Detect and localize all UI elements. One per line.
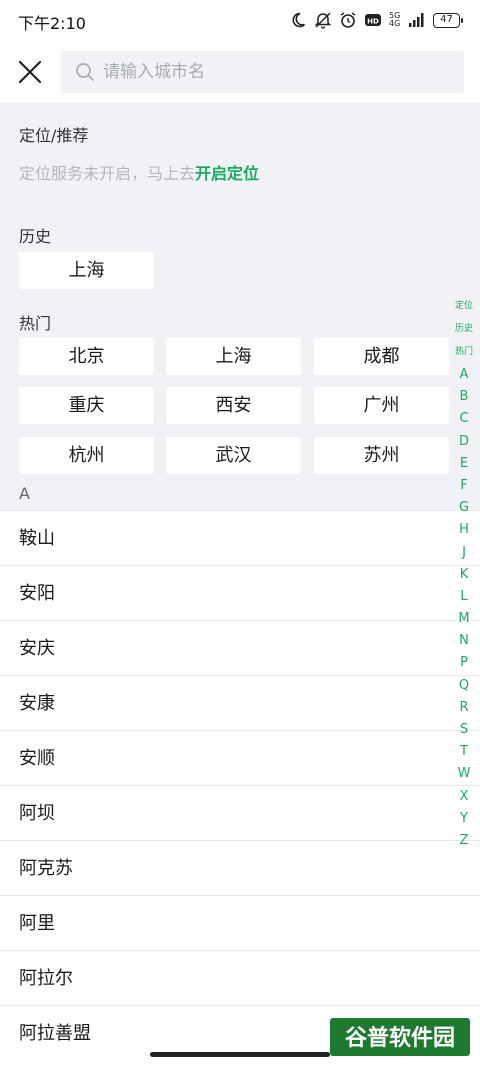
status-time: 下午2:10	[18, 14, 86, 33]
hot-city-chip[interactable]: 上海	[166, 338, 301, 375]
side-index-bar[interactable]: 定位 历史 热门 A B C D E F G H J K L M N P Q R…	[453, 295, 475, 852]
index-letter[interactable]: H	[459, 519, 469, 541]
city-list-item[interactable]: 鞍山	[0, 510, 480, 565]
close-icon	[18, 60, 42, 84]
index-letter[interactable]: A	[460, 364, 469, 386]
city-list-item[interactable]: 安庆	[0, 620, 480, 675]
index-letter[interactable]: L	[460, 586, 467, 608]
search-box[interactable]	[61, 51, 464, 93]
index-letter[interactable]: K	[460, 564, 469, 586]
index-letter[interactable]: M	[458, 608, 469, 630]
close-button[interactable]	[18, 60, 42, 84]
index-letter[interactable]: N	[459, 630, 469, 652]
location-section-title: 定位/推荐	[19, 126, 89, 145]
alarm-icon	[339, 11, 357, 29]
city-list-item[interactable]: 安顺	[0, 730, 480, 785]
status-icons: HD 5G 4G 47	[289, 11, 463, 29]
index-letter[interactable]: B	[460, 386, 469, 408]
svg-text:HD: HD	[367, 18, 379, 26]
index-letter[interactable]: E	[460, 453, 468, 475]
index-letter[interactable]: J	[462, 542, 466, 564]
enable-location-link[interactable]: 开启定位	[195, 164, 259, 183]
city-list-item[interactable]: 阿拉尔	[0, 950, 480, 1005]
index-letter[interactable]: Y	[460, 808, 468, 830]
index-letter[interactable]: Q	[459, 675, 469, 697]
city-list-item[interactable]: 阿克苏	[0, 840, 480, 895]
location-message: 定位服务未开启，马上去	[19, 164, 196, 183]
city-list: 鞍山 安阳 安庆 安康 安顺 阿坝 阿克苏 阿里 阿拉尔 阿拉善盟	[0, 510, 480, 1060]
moon-icon	[289, 11, 307, 29]
search-icon	[76, 63, 94, 81]
index-letter[interactable]: R	[459, 697, 468, 719]
list-letter-header: A	[19, 484, 30, 503]
index-item-location[interactable]: 定位	[455, 295, 473, 318]
hot-city-chip[interactable]: 苏州	[314, 437, 449, 474]
hot-city-chip[interactable]: 杭州	[19, 437, 154, 474]
location-status-line: 定位服务未开启，马上去开启定位	[19, 160, 259, 184]
hot-city-chip[interactable]: 广州	[314, 387, 449, 424]
hot-city-chip[interactable]: 重庆	[19, 387, 154, 424]
index-letter[interactable]: D	[459, 431, 469, 453]
search-header	[0, 40, 480, 102]
index-letter[interactable]: C	[459, 408, 468, 430]
index-letter[interactable]: T	[460, 741, 468, 763]
history-section-title: 历史	[19, 227, 52, 246]
index-letter[interactable]: W	[458, 763, 471, 785]
hot-city-chip[interactable]: 成都	[314, 338, 449, 375]
index-letter[interactable]: G	[459, 497, 469, 519]
search-input[interactable]	[103, 62, 433, 82]
hot-city-chip[interactable]: 西安	[166, 387, 301, 424]
hot-city-chip[interactable]: 北京	[19, 338, 154, 375]
battery-icon: 47	[433, 12, 463, 28]
quick-select-panel: 定位/推荐 定位服务未开启，马上去开启定位 历史 上海 热门 北京 上海 成都 …	[0, 102, 480, 510]
index-letter[interactable]: Z	[460, 830, 469, 852]
index-letter[interactable]: F	[460, 475, 467, 497]
network-4g-label: 4G	[389, 19, 401, 28]
history-city-chip[interactable]: 上海	[19, 252, 154, 289]
city-list-item[interactable]: 阿里	[0, 895, 480, 950]
index-item-history[interactable]: 历史	[455, 318, 473, 341]
index-letter[interactable]: P	[460, 652, 468, 674]
watermark-logo: 谷普软件园	[330, 1018, 470, 1056]
svg-text:谷普软件园: 谷普软件园	[345, 1025, 455, 1051]
city-list-item[interactable]: 安康	[0, 675, 480, 730]
hot-section-title: 热门	[19, 314, 52, 333]
mute-icon	[314, 11, 332, 29]
index-letter[interactable]: S	[460, 719, 468, 741]
hot-city-chip[interactable]: 武汉	[166, 437, 301, 474]
city-list-item[interactable]: 阿坝	[0, 785, 480, 840]
index-letter[interactable]: X	[460, 786, 469, 808]
signal-icon	[408, 11, 426, 29]
status-bar: 下午2:10 HD 5G 4G 47	[0, 0, 480, 40]
hd-icon: HD	[364, 11, 382, 29]
city-list-item[interactable]: 安阳	[0, 565, 480, 620]
network-type-label: 5G 4G	[389, 12, 401, 28]
home-indicator[interactable]	[150, 1052, 330, 1057]
index-item-hot[interactable]: 热门	[455, 341, 473, 364]
